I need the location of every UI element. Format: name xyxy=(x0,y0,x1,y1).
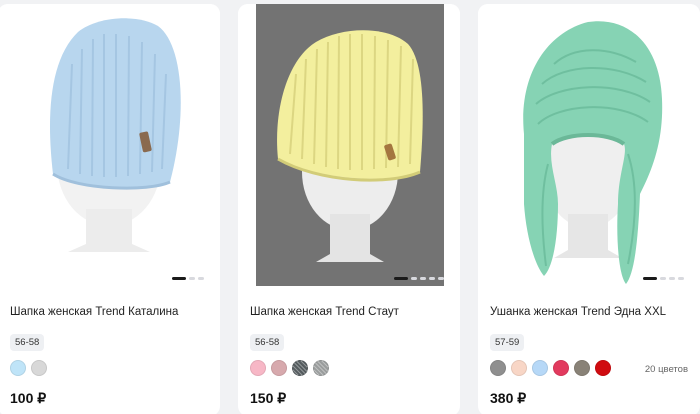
hat-beanie-yellow-icon xyxy=(238,4,460,288)
product-title[interactable]: Шапка женская Trend Стаут xyxy=(250,306,399,318)
color-swatch[interactable] xyxy=(250,360,266,376)
size-badge: 56-58 xyxy=(10,334,45,351)
carousel-dot[interactable] xyxy=(172,277,186,280)
product-title[interactable]: Шапка женская Trend Каталина xyxy=(10,306,178,318)
color-swatches xyxy=(490,360,611,376)
color-swatch[interactable] xyxy=(532,360,548,376)
product-image[interactable] xyxy=(238,4,460,288)
carousel-dots[interactable] xyxy=(172,277,204,280)
product-price: 150 ₽ xyxy=(250,390,287,406)
hat-earflap-green-icon xyxy=(478,4,700,288)
color-swatch[interactable] xyxy=(271,360,287,376)
size-badge: 57-59 xyxy=(490,334,525,351)
carousel-dot[interactable] xyxy=(660,277,666,280)
carousel-dot[interactable] xyxy=(411,277,417,280)
color-swatch[interactable] xyxy=(292,360,308,376)
product-price: 380 ₽ xyxy=(490,390,527,406)
color-swatch[interactable] xyxy=(313,360,329,376)
color-swatches xyxy=(10,360,47,376)
color-swatch[interactable] xyxy=(595,360,611,376)
hat-beanie-blue-icon xyxy=(0,4,220,288)
carousel-dot[interactable] xyxy=(394,277,408,280)
color-swatches xyxy=(250,360,329,376)
carousel-dot[interactable] xyxy=(198,277,204,280)
color-swatch[interactable] xyxy=(31,360,47,376)
product-title[interactable]: Ушанка женская Trend Эдна XXL xyxy=(490,306,666,318)
product-card[interactable]: Шапка женская Trend Каталина 56-58 100 ₽ xyxy=(0,4,220,414)
product-card[interactable]: Шапка женская Trend Стаут 56-58 150 ₽ xyxy=(238,4,460,414)
carousel-dots[interactable] xyxy=(643,277,684,280)
color-count-label[interactable]: 20 цветов xyxy=(645,364,688,375)
carousel-dot[interactable] xyxy=(678,277,684,280)
product-card[interactable]: Ушанка женская Trend Эдна XXL 57-59 20 ц… xyxy=(478,4,700,414)
color-swatch[interactable] xyxy=(490,360,506,376)
color-swatch[interactable] xyxy=(10,360,26,376)
carousel-dot[interactable] xyxy=(420,277,426,280)
size-badge: 56-58 xyxy=(250,334,285,351)
carousel-dot[interactable] xyxy=(643,277,657,280)
product-price: 100 ₽ xyxy=(10,390,47,406)
color-swatch[interactable] xyxy=(574,360,590,376)
product-image[interactable] xyxy=(0,4,220,288)
carousel-dots[interactable] xyxy=(394,277,444,280)
color-swatch[interactable] xyxy=(511,360,527,376)
carousel-dot[interactable] xyxy=(189,277,195,280)
color-swatch[interactable] xyxy=(553,360,569,376)
carousel-dot[interactable] xyxy=(429,277,435,280)
carousel-dot[interactable] xyxy=(438,277,444,280)
product-image[interactable] xyxy=(478,4,700,288)
carousel-dot[interactable] xyxy=(669,277,675,280)
